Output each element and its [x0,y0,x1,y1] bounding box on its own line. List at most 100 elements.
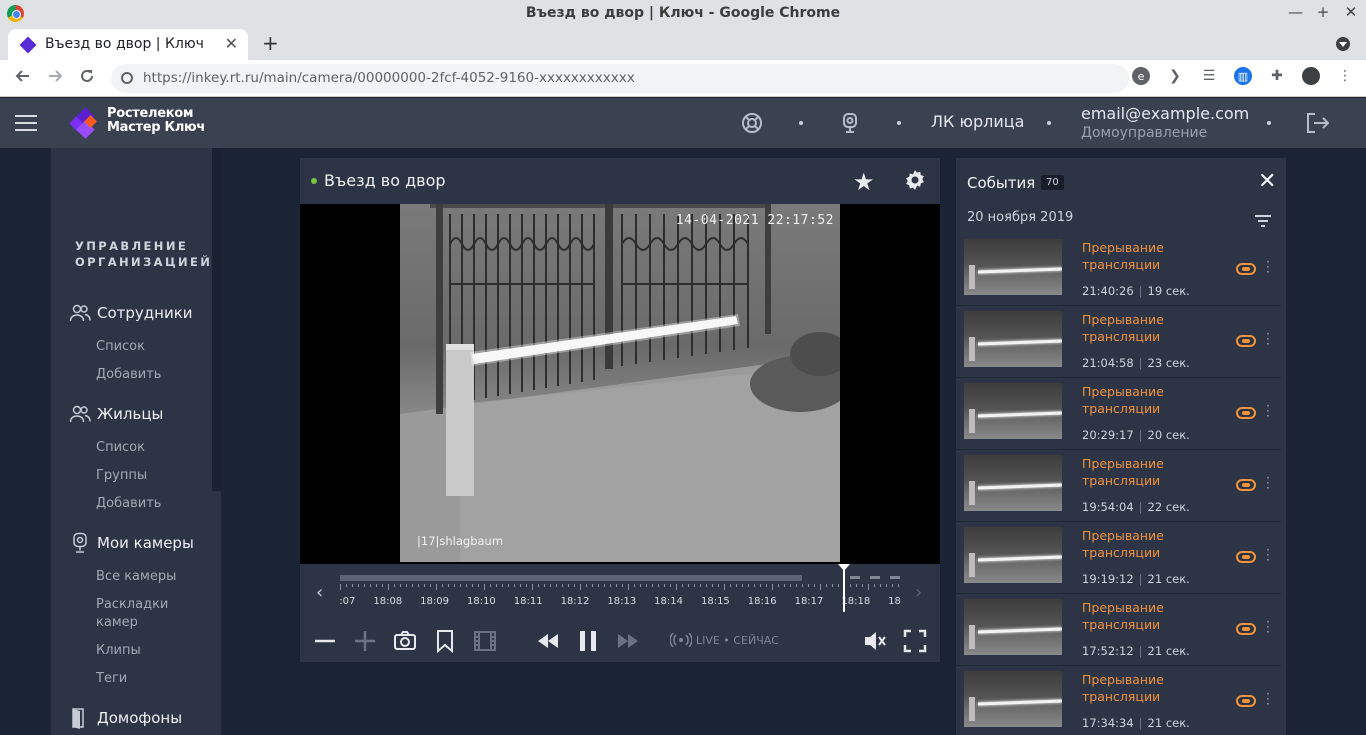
fast-forward-icon[interactable] [615,629,641,653]
fullscreen-icon[interactable] [902,629,928,653]
sidebar-scrollbar[interactable] [212,148,221,491]
logout-icon[interactable] [1305,111,1330,135]
favorite-star-icon[interactable]: ★ [853,168,875,196]
maximize-button[interactable]: + [1316,3,1330,21]
filter-icon[interactable] [1254,213,1272,227]
timeline-tick [388,584,389,590]
chrome-menu-icon[interactable]: ⋮ [1336,67,1354,85]
reading-list-icon[interactable]: ☰ [1200,67,1218,85]
timeline-next-icon[interactable]: › [915,582,922,603]
sidebar-group-employees[interactable]: Сотрудники [69,302,193,324]
event-item[interactable]: Прерывание трансляции 20:29:17 | 20 сек. · · · [956,378,1281,450]
sidebar-item-employees-list[interactable]: Список [96,338,145,356]
event-item[interactable]: Прерывание трансляции 21:04:58 | 23 сек. · · · [956,306,1281,378]
zoom-in-icon[interactable] [352,629,378,653]
sidebar-item-residents-add[interactable]: Добавить [96,495,161,513]
settings-gear-icon[interactable] [903,168,927,192]
sidebar-group-residents[interactable]: Жильцы [69,403,163,425]
more-options-icon[interactable]: · · · [1266,472,1270,494]
event-thumbnail[interactable] [964,239,1062,295]
rewind-icon[interactable] [535,629,561,653]
clip-film-icon[interactable] [472,629,498,653]
sidebar-group-cameras[interactable]: Мои камеры [69,532,194,554]
timeline-tick [658,584,659,587]
video-viewport[interactable]: 14-04-2021 22:17:52 |17|shlagbaum [300,204,940,564]
snapshot-camera-icon[interactable] [392,629,418,653]
user-email[interactable]: email@example.com [1081,104,1249,123]
menu-burger-icon[interactable] [15,115,37,131]
tab-close-button[interactable]: ✕ [225,34,238,53]
event-thumbnail[interactable] [964,599,1062,655]
event-thumbnail[interactable] [964,311,1062,367]
timeline-ticks [340,584,902,594]
timeline-tick [832,584,833,587]
camera-icon[interactable] [838,111,862,135]
bookmark-icon[interactable] [432,629,458,653]
more-options-icon[interactable]: · · · [1266,616,1270,638]
timeline-tick [664,584,665,587]
url-field[interactable]: https://inkey.rt.ru/main/camera/00000000… [111,64,1129,93]
more-options-icon[interactable]: · · · [1266,328,1270,350]
site-info-icon[interactable] [121,72,133,84]
event-item[interactable]: Прерывание трансляции 21:40:26 | 19 сек. · · · [956,234,1281,306]
more-options-icon[interactable]: · · · [1266,544,1270,566]
timeline-tick [688,584,689,587]
close-icon[interactable]: ✕ [1258,171,1276,193]
window-title: Въезд во двор | Ключ - Google Chrome [525,5,841,21]
event-thumbnail[interactable] [964,383,1062,439]
back-button[interactable] [14,67,32,90]
timeline-tick [370,584,371,587]
more-options-icon[interactable]: · · · [1266,688,1270,710]
extension-2-icon[interactable]: ❯ [1166,67,1184,85]
tab-search-button[interactable] [1336,37,1350,51]
browser-tab[interactable]: Въезд во двор | Ключ ✕ [8,29,248,60]
event-thumbnail[interactable] [964,671,1062,727]
event-thumbnail[interactable] [964,455,1062,511]
sidebar-group-intercoms[interactable]: Домофоны [69,707,182,729]
sidebar-item-all-cameras[interactable]: Все камеры [96,568,176,586]
live-button[interactable]: LIVE • СЕЙЧАС [670,633,779,647]
support-lifebuoy-icon[interactable] [740,111,764,135]
sidebar-item-employees-add[interactable]: Добавить [96,366,161,384]
extension-1-icon[interactable]: e [1132,67,1150,85]
new-tab-button[interactable]: + [262,31,279,55]
camera-icon [73,532,87,553]
timeline-tick [730,584,731,587]
account-type-link[interactable]: ЛК юрлица [931,112,1024,131]
forward-button[interactable] [46,67,64,90]
sidebar-item-residents-list[interactable]: Список [96,439,145,457]
pause-icon[interactable] [575,629,601,653]
timeline-label: 18:12 [560,596,590,607]
minimize-button[interactable]: — [1288,3,1303,21]
sidebar-item-tags[interactable]: Теги [96,670,127,688]
timeline-tick [520,584,521,587]
event-item[interactable]: Прерывание трансляции 17:52:12 | 21 сек. · · · [956,594,1281,666]
timeline-playhead[interactable] [838,564,850,612]
extensions-puzzle-icon[interactable]: ✚ [1268,67,1286,85]
timeline-tick [676,584,677,590]
event-item[interactable]: Прерывание трансляции 19:54:04 | 22 сек. · · · [956,450,1281,522]
app-header: Ростелеком Мастер Ключ ЛК юрлица email@e… [0,98,1366,148]
sidebar-item-clips[interactable]: Клипы [96,642,141,660]
close-window-button[interactable]: ✕ [1344,3,1358,21]
more-options-icon[interactable]: · · · [1266,256,1270,278]
event-time: 19:54:04 | 22 сек. [1082,500,1190,514]
event-type: Прерывание трансляции [1082,456,1164,488]
sidebar-item-residents-groups[interactable]: Группы [96,467,147,485]
more-options-icon[interactable]: · · · [1266,400,1270,422]
reload-button[interactable] [78,67,96,90]
player-controls: LIVE • СЕЙЧАС [300,620,940,662]
mute-speaker-icon[interactable] [862,629,888,653]
event-item[interactable]: Прерывание трансляции 19:19:12 | 21 сек. · · · [956,522,1281,594]
profile-avatar-icon[interactable] [1302,67,1320,85]
event-thumbnail[interactable] [964,527,1062,583]
timeline-tick [538,584,539,587]
event-item[interactable]: Прерывание трансляции 17:34:34 | 21 сек. · · · [956,666,1281,735]
timeline-prev-icon[interactable]: ‹ [316,582,323,603]
url-text: https://inkey.rt.ru/main/camera/00000000… [143,70,635,86]
sidebar-item-camera-layouts[interactable]: Раскладки камер [96,596,186,632]
zoom-out-icon[interactable] [312,629,338,653]
archive-timeline[interactable]: ‹ 18:0718:0818:0918:1018:1118:1218:1318:… [300,564,940,620]
timeline-tick [466,584,467,587]
extension-3-icon[interactable]: ▥ [1234,67,1252,85]
